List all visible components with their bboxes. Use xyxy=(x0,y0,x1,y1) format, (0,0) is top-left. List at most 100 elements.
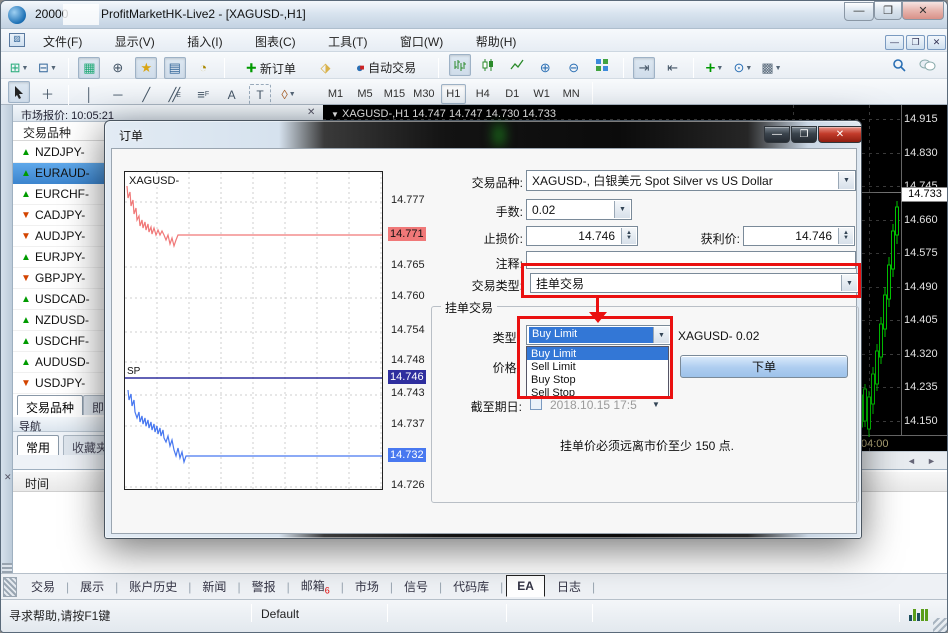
close-button[interactable]: ✕ xyxy=(902,1,944,20)
timeframe-h4[interactable]: H4 xyxy=(470,84,495,104)
profiles-icon[interactable]: ⊟▼ xyxy=(36,57,58,79)
timeframe-m1[interactable]: M1 xyxy=(323,84,348,104)
text-icon[interactable]: A xyxy=(221,84,243,106)
dialog-minimize-button[interactable]: — xyxy=(764,126,790,143)
timeframe-h1[interactable]: H1 xyxy=(441,84,466,104)
mdi-minimize-button[interactable]: — xyxy=(885,35,904,50)
tab-common[interactable]: 常用 xyxy=(17,435,59,455)
tab-ea-active[interactable]: EA xyxy=(506,575,545,597)
timeframe-mn[interactable]: MN xyxy=(559,84,584,104)
timeframe-d1[interactable]: D1 xyxy=(500,84,525,104)
navigator-icon[interactable]: ★ xyxy=(135,57,157,79)
dialog-restore-button[interactable]: ❐ xyxy=(791,126,817,143)
horizontal-line-icon[interactable]: ─ xyxy=(107,84,129,106)
indicators-icon[interactable]: 🞥▼ xyxy=(703,57,725,79)
volume-combobox[interactable]: 0.02▼ xyxy=(526,199,632,220)
chat-icon[interactable] xyxy=(916,54,938,76)
menu-view[interactable]: 显示(V) xyxy=(101,29,169,54)
tick-price: 14.765 xyxy=(391,259,425,271)
tab-news[interactable]: 新闻 xyxy=(198,576,230,597)
spinner-arrows-icon[interactable]: ▲▼ xyxy=(621,228,636,244)
collapse-icon[interactable]: ▼ xyxy=(331,110,339,119)
stop-loss-spinner[interactable]: 14.746▲▼ xyxy=(526,226,638,246)
tab-code-base[interactable]: 代码库 xyxy=(449,576,493,597)
fibonacci-icon[interactable]: ≡F xyxy=(192,84,214,106)
tab-exposure[interactable]: 展示 xyxy=(76,576,108,597)
line-chart-icon[interactable] xyxy=(506,54,528,76)
axis-price: 14.150 xyxy=(904,415,948,427)
tab-market[interactable]: 市场 xyxy=(351,576,383,597)
maximize-button[interactable]: ❐ xyxy=(874,1,902,20)
tab-trade[interactable]: 交易 xyxy=(27,576,59,597)
tick-price: 14.777 xyxy=(391,194,425,206)
text-label-icon[interactable]: T xyxy=(249,84,271,106)
terminal-close-icon[interactable]: ✕ xyxy=(4,472,12,483)
menu-charts[interactable]: 图表(C) xyxy=(241,29,310,54)
chart-shift-icon[interactable]: ⇤ xyxy=(662,57,684,79)
market-watch-title: 市场报价: 10:05:21 xyxy=(21,110,114,122)
vertical-line-icon[interactable]: │ xyxy=(78,84,100,106)
periods-icon[interactable]: ⊙▼ xyxy=(732,57,754,79)
menu-window[interactable]: 窗口(W) xyxy=(386,29,457,54)
tab-signals[interactable]: 信号 xyxy=(400,576,432,597)
bar-chart-icon[interactable] xyxy=(449,54,471,76)
tab-account-history[interactable]: 账户历史 xyxy=(125,576,181,597)
market-watch-close-icon[interactable]: ✕ xyxy=(307,107,315,118)
minimize-button[interactable]: — xyxy=(844,2,874,21)
arrows-icon[interactable]: ◊▼ xyxy=(278,84,300,106)
metaeditor-icon[interactable]: ⬗ xyxy=(315,57,337,79)
timeframe-m30[interactable]: M30 xyxy=(411,84,436,104)
menu-insert[interactable]: 插入(I) xyxy=(173,29,236,54)
mdi-restore-button[interactable]: ❐ xyxy=(906,35,925,50)
trendline-icon[interactable]: ╱ xyxy=(135,84,157,106)
scroll-right-icon[interactable]: ► xyxy=(927,456,936,466)
channel-icon[interactable]: ╱╱E xyxy=(164,84,186,106)
timeframe-m5[interactable]: M5 xyxy=(352,84,377,104)
menu-tools[interactable]: 工具(T) xyxy=(314,29,381,54)
place-order-button[interactable]: 下单 xyxy=(680,355,848,378)
mail-badge: 6 xyxy=(325,586,330,596)
templates-icon[interactable]: ▩▼ xyxy=(760,57,782,79)
candlestick-chart-icon[interactable] xyxy=(477,54,499,76)
auto-scroll-icon[interactable]: ⇥ xyxy=(633,57,655,79)
pending-type-label: 类型: xyxy=(450,329,520,346)
take-profit-spinner[interactable]: 14.746▲▼ xyxy=(743,226,855,246)
tab-symbols[interactable]: 交易品种 xyxy=(17,395,83,415)
status-profile[interactable]: Default xyxy=(261,607,299,621)
zoom-in-icon[interactable]: ⊕ xyxy=(534,57,556,79)
scroll-left-icon[interactable]: ◄ xyxy=(907,456,916,466)
time-column-header[interactable]: 时间 xyxy=(25,475,49,492)
menu-help[interactable]: 帮助(H) xyxy=(462,29,531,54)
spinner-arrows-icon[interactable]: ▲▼ xyxy=(838,228,853,244)
down-arrow-icon: ▼ xyxy=(21,273,35,284)
mdi-close-button[interactable]: ✕ xyxy=(927,35,946,50)
auto-trading-button[interactable]: ●■ 自动交易 xyxy=(343,57,429,79)
crosshair-icon[interactable]: ＋ xyxy=(36,83,58,105)
expiry-dropdown-icon[interactable]: ▼ xyxy=(652,400,660,409)
tab-mailbox[interactable]: 邮箱6 xyxy=(297,575,334,597)
expiry-checkbox[interactable] xyxy=(530,398,542,410)
search-icon[interactable] xyxy=(888,54,910,76)
dialog-close-button[interactable]: ✕ xyxy=(818,126,862,143)
tab-journal[interactable]: 日志 xyxy=(553,576,585,597)
terminal-icon[interactable]: ▤ xyxy=(164,57,186,79)
down-arrow-icon: ▼ xyxy=(21,378,35,389)
strategy-tester-icon[interactable]: ◔ xyxy=(192,57,214,79)
panel-grip-icon[interactable] xyxy=(3,577,17,597)
cursor-icon[interactable] xyxy=(8,81,30,103)
tab-alerts[interactable]: 警报 xyxy=(248,576,280,597)
timeframe-w1[interactable]: W1 xyxy=(529,84,554,104)
resize-grip[interactable] xyxy=(933,618,947,632)
symbol-combobox[interactable]: XAGUSD-, 白银美元 Spot Silver vs US Dollar▼ xyxy=(526,170,856,191)
chevron-down-icon[interactable]: ▼ xyxy=(614,201,630,218)
tile-windows-icon[interactable] xyxy=(591,54,613,76)
data-window-icon[interactable]: ⊕ xyxy=(107,57,129,79)
new-order-button[interactable]: 🞥 新订单 xyxy=(234,57,308,79)
chevron-down-icon[interactable]: ▼ xyxy=(838,172,854,189)
zoom-out-icon[interactable]: ⊖ xyxy=(563,57,585,79)
menu-file[interactable]: 文件(F) xyxy=(29,29,96,54)
timeframe-m15[interactable]: M15 xyxy=(382,84,407,104)
market-watch-icon[interactable]: ▦ xyxy=(78,57,100,79)
chart-header: ▼ XAGUSD-,H1 14.747 14.747 14.730 14.733 xyxy=(331,108,556,120)
new-chart-icon[interactable]: ⊞▼ xyxy=(8,57,30,79)
